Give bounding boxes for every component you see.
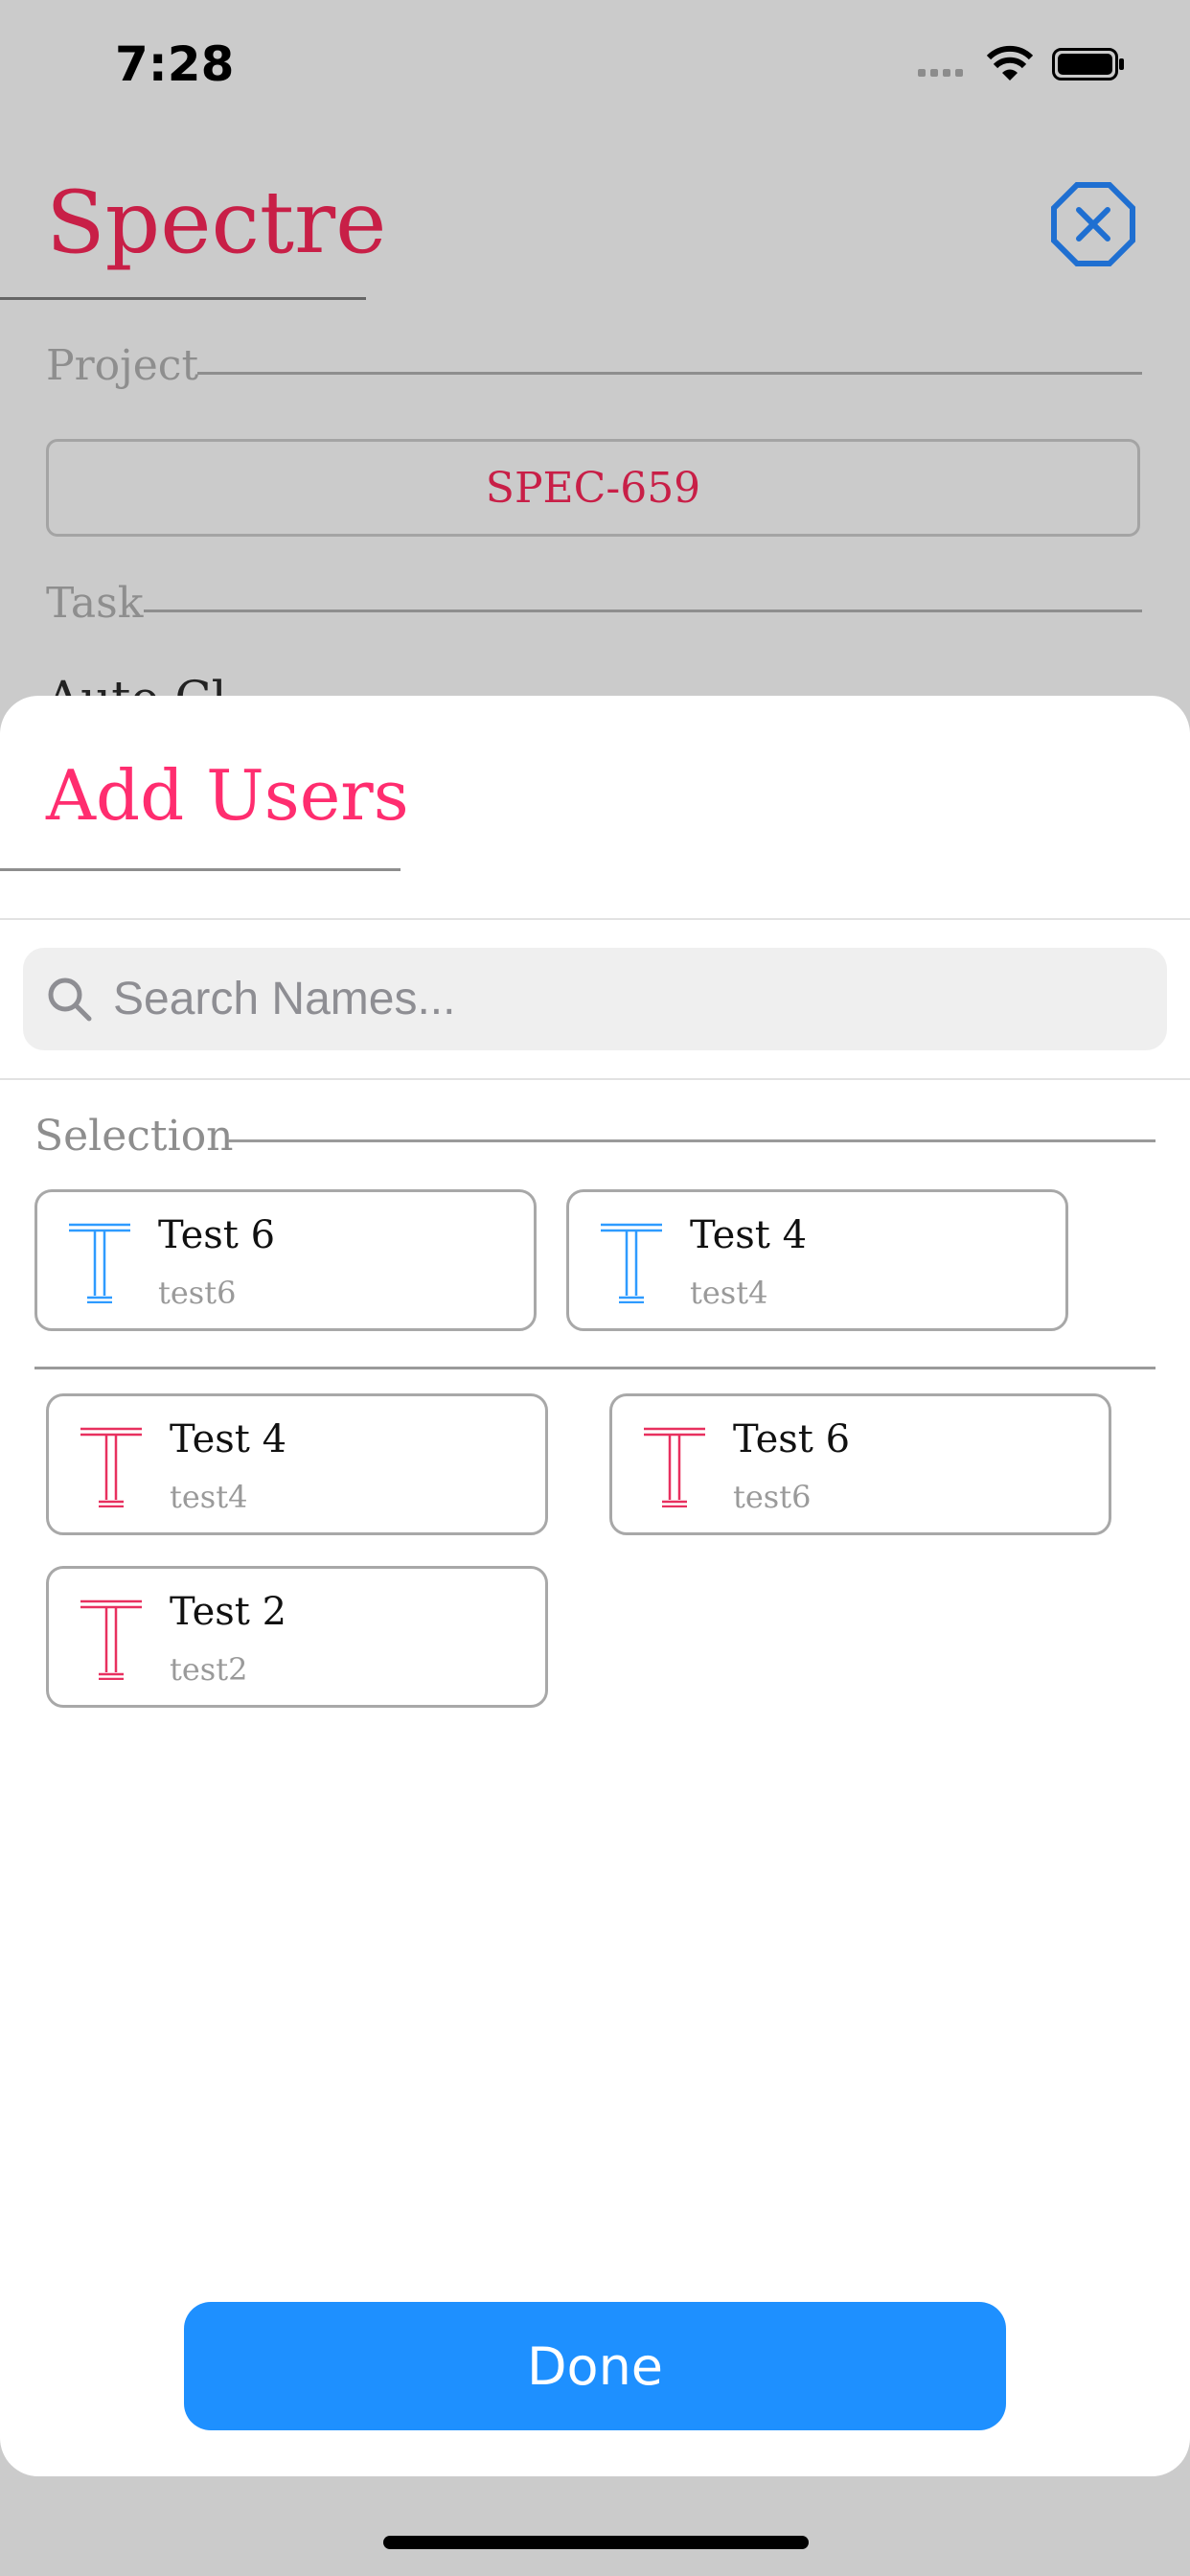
sheet-title-underline [0, 868, 400, 871]
divider [0, 918, 1190, 920]
project-divider [197, 372, 1142, 375]
user-username: test2 [170, 1651, 248, 1688]
close-icon[interactable] [1051, 182, 1135, 266]
done-button[interactable]: Done [184, 2302, 1006, 2430]
search-icon [48, 978, 92, 1021]
user-initial-icon [601, 1223, 662, 1303]
battery-icon [1052, 48, 1124, 80]
project-select-button[interactable]: SPEC-659 [46, 439, 1140, 537]
user-initial-icon [644, 1427, 705, 1507]
wifi-icon [987, 45, 1033, 80]
task-label: Task [46, 579, 144, 628]
user-username: test6 [733, 1479, 812, 1515]
user-name: Test 6 [733, 1417, 851, 1461]
user-initial-icon [80, 1427, 142, 1507]
search-bar[interactable] [23, 948, 1167, 1050]
selection-bottom-divider [34, 1367, 1156, 1369]
cellular-signal-icon [918, 69, 963, 77]
user-card[interactable]: Test 6 test6 [609, 1393, 1111, 1535]
user-name: Test 2 [170, 1590, 287, 1634]
sheet-title: Add Users [46, 755, 409, 836]
selection-divider [228, 1139, 1156, 1142]
user-initial-icon [80, 1599, 142, 1680]
project-label: Project [46, 341, 199, 390]
status-bar: 7:28 [0, 0, 1190, 134]
selected-user-card[interactable]: Test 6 test6 [34, 1189, 537, 1331]
user-card[interactable]: Test 4 test4 [46, 1393, 548, 1535]
title-underline [0, 297, 366, 300]
user-username: test4 [690, 1275, 768, 1311]
add-users-sheet: Add Users Selection Test 6 test6 Test 4 … [0, 696, 1190, 2476]
user-name: Test 4 [690, 1213, 808, 1257]
divider [0, 1078, 1190, 1080]
home-indicator [383, 2536, 809, 2549]
user-card[interactable]: Test 2 test2 [46, 1566, 548, 1708]
user-username: test4 [170, 1479, 248, 1515]
user-username: test6 [158, 1275, 237, 1311]
search-input[interactable] [111, 972, 1121, 1026]
user-initial-icon [69, 1223, 130, 1303]
user-name: Test 4 [170, 1417, 287, 1461]
app-title: Spectre [46, 172, 387, 273]
selection-label: Selection [34, 1112, 234, 1161]
task-divider [144, 610, 1142, 612]
status-time: 7:28 [115, 36, 235, 92]
selected-user-card[interactable]: Test 4 test4 [566, 1189, 1068, 1331]
user-name: Test 6 [158, 1213, 276, 1257]
